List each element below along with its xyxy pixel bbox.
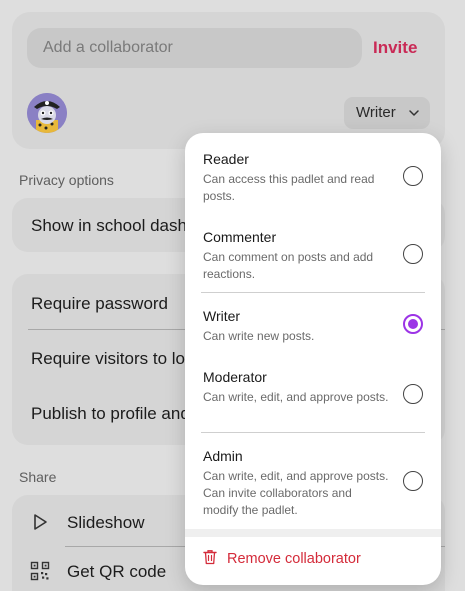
role-option-desc: Can write new posts.: [203, 329, 315, 343]
radio-writer[interactable]: [403, 314, 423, 334]
menu-divider: [201, 432, 425, 433]
role-option-desc: Can write, edit, and approve posts.: [203, 390, 389, 404]
role-option-title: Commenter: [203, 229, 277, 245]
radio-admin[interactable]: [403, 471, 423, 491]
role-option-commenter[interactable]: Commenter Can comment on posts and add r…: [203, 229, 425, 283]
radio-commenter[interactable]: [403, 244, 423, 264]
role-option-desc: Can access this padlet and read posts.: [203, 172, 375, 203]
sharing-panel: Add a collaborator Invite Writer Privacy…: [0, 0, 465, 591]
role-option-title: Moderator: [203, 369, 267, 385]
menu-separator: [185, 529, 441, 537]
remove-collaborator-button[interactable]: Remove collaborator: [203, 549, 361, 569]
qr-code-icon: [30, 561, 50, 581]
role-option-writer[interactable]: Writer Can write new posts.: [203, 308, 425, 345]
slideshow-label[interactable]: Slideshow: [67, 513, 145, 533]
role-option-title: Admin: [203, 448, 243, 464]
add-collaborator-input[interactable]: Add a collaborator: [27, 28, 362, 68]
trash-icon: [203, 549, 217, 570]
role-menu: Reader Can access this padlet and read p…: [185, 133, 441, 585]
collaborator-card: Add a collaborator Invite Writer: [12, 12, 445, 149]
radio-reader[interactable]: [403, 166, 423, 186]
avatar: [27, 93, 67, 133]
chevron-down-icon: [407, 97, 421, 129]
invite-button[interactable]: Invite: [373, 38, 417, 58]
role-option-desc: Can comment on posts and add reactions.: [203, 250, 374, 281]
play-icon: [30, 512, 50, 532]
share-section-label: Share: [19, 469, 57, 485]
role-dropdown[interactable]: Writer: [344, 97, 430, 129]
role-option-admin[interactable]: Admin Can write, edit, and approve posts…: [203, 448, 425, 519]
remove-collaborator-label: Remove collaborator: [227, 551, 361, 567]
menu-divider: [201, 292, 425, 293]
role-dropdown-label: Writer: [356, 104, 396, 121]
role-option-title: Reader: [203, 151, 249, 167]
qr-code-label[interactable]: Get QR code: [67, 562, 166, 582]
role-option-reader[interactable]: Reader Can access this padlet and read p…: [203, 151, 425, 205]
require-password-label[interactable]: Require password: [31, 294, 168, 314]
radio-moderator[interactable]: [403, 384, 423, 404]
privacy-section-label: Privacy options: [19, 172, 114, 188]
role-option-title: Writer: [203, 308, 241, 324]
role-option-moderator[interactable]: Moderator Can write, edit, and approve p…: [203, 369, 425, 406]
role-option-desc: Can write, edit, and approve posts. Can …: [203, 469, 389, 517]
